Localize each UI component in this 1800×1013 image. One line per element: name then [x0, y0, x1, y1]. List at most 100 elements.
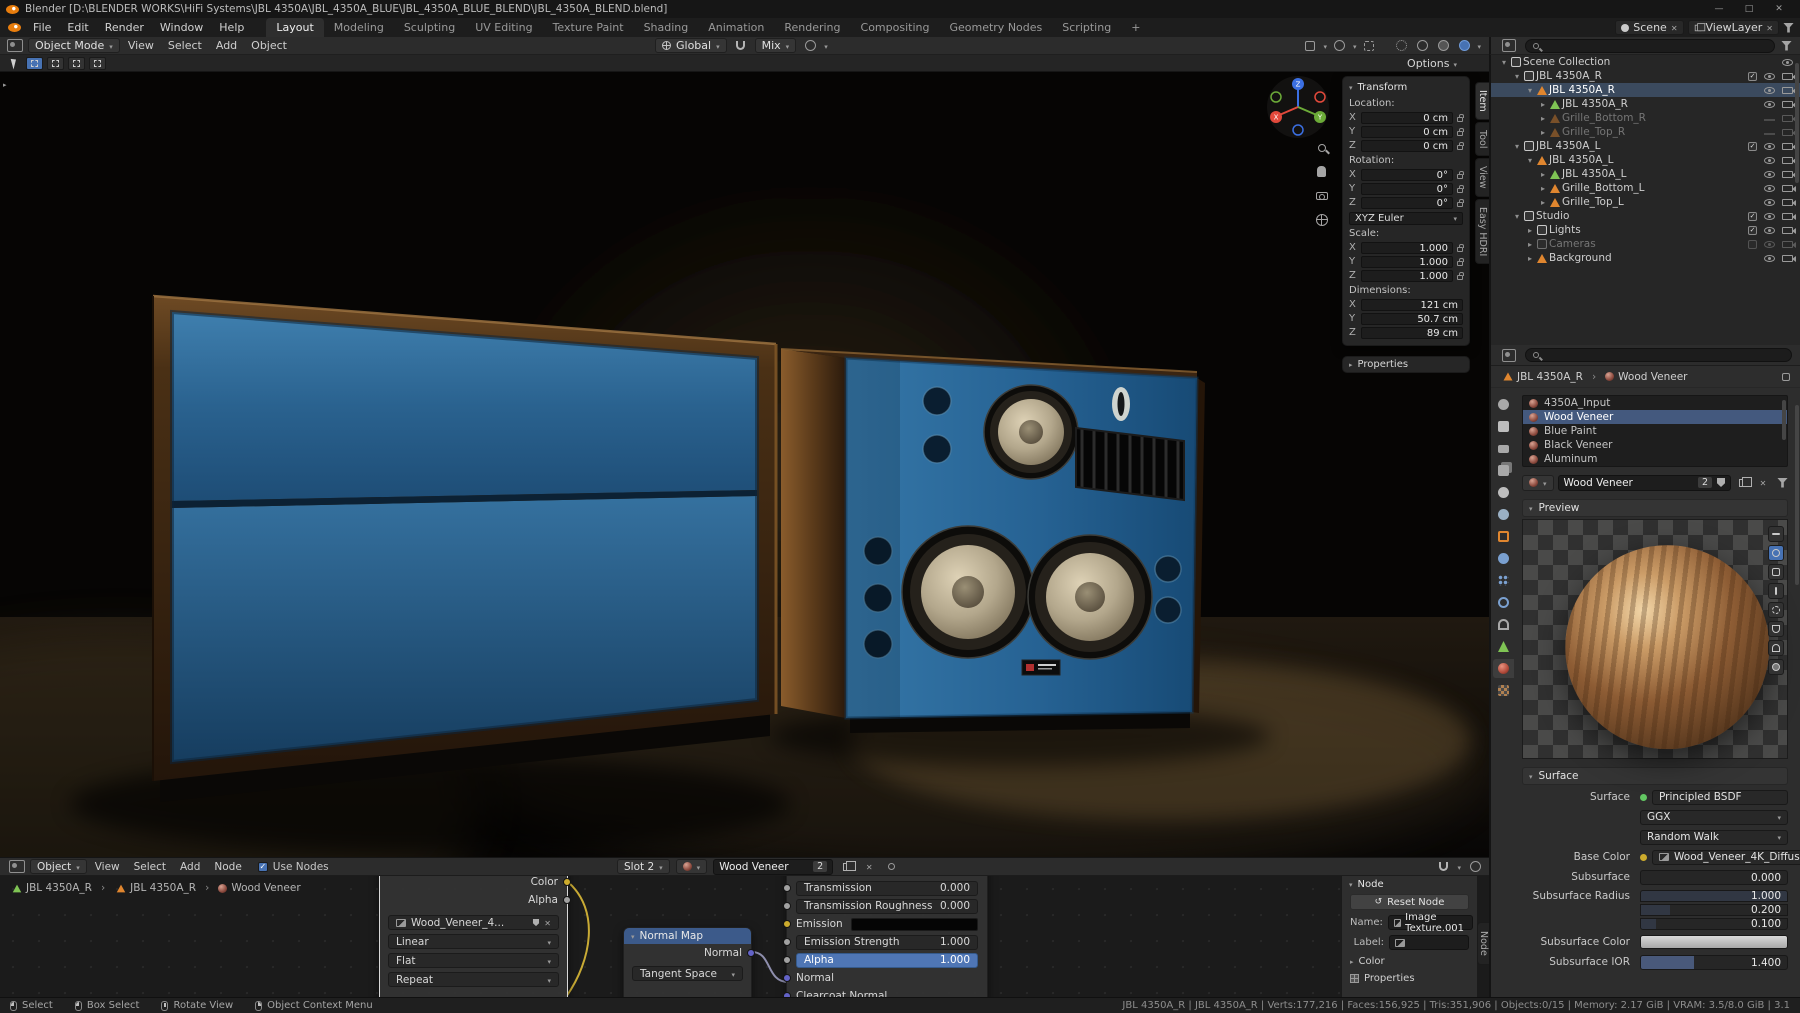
outliner-row-grille-top-l[interactable]: Grille_Top_L [1491, 195, 1800, 209]
dimensions-x-field[interactable]: 121 cm [1361, 298, 1463, 311]
eye-icon[interactable] [1764, 226, 1775, 234]
eye-icon[interactable] [1764, 254, 1775, 262]
camera-view-button[interactable] [1314, 188, 1329, 203]
menu-help[interactable]: Help [211, 18, 252, 37]
space-dropdown[interactable]: Tangent Space [632, 966, 743, 981]
slot-black-veneer[interactable]: Black Veneer [1523, 438, 1787, 452]
material-filter-icon[interactable] [1777, 477, 1788, 488]
outliner-row-grille-top-r[interactable]: Grille_Top_R [1491, 125, 1800, 139]
sss-radius-b-slider[interactable]: 0.100 [1640, 917, 1788, 930]
lock-icon[interactable] [1457, 258, 1464, 266]
transmission-roughness-input-socket[interactable] [783, 902, 791, 910]
node-menu-node[interactable]: Node [208, 861, 247, 873]
slot-list-scrollbar[interactable] [1782, 400, 1786, 440]
breadcrumb-material[interactable]: Wood Veneer [1618, 371, 1687, 383]
reset-node-button[interactable]: ↺ Reset Node [1350, 894, 1469, 910]
zoom-tool-button[interactable] [1314, 140, 1329, 155]
disclosure-icon[interactable] [1538, 198, 1548, 207]
principled-bsdf-node[interactable]: Transmission 0.000 Transmission Roughness… [783, 876, 988, 997]
scale-x-field[interactable]: 1.000 [1361, 241, 1453, 254]
checkbox-unchecked-icon[interactable] [1748, 239, 1757, 249]
camera-visibility-icon[interactable] [1782, 212, 1796, 220]
eye-icon[interactable] [1782, 58, 1793, 66]
sidebar-tab-easy-hdri[interactable]: Easy HDRI [1475, 198, 1489, 264]
tab-world[interactable] [1493, 505, 1514, 524]
maximize-button[interactable]: □ [1734, 0, 1764, 18]
disclosure-icon[interactable] [1538, 184, 1548, 193]
node-menu-add[interactable]: Add [174, 861, 206, 873]
tab-particles[interactable] [1493, 571, 1514, 590]
dimensions-z-field[interactable]: 89 cm [1361, 326, 1463, 339]
viewlayer-selector[interactable]: ViewLayer [1687, 20, 1779, 35]
disclosure-icon[interactable] [1525, 226, 1535, 235]
emission-strength-input-socket[interactable] [783, 938, 791, 946]
dimensions-y-field[interactable]: 50.7 cm [1361, 312, 1463, 325]
workspace-tab-uv-editing[interactable]: UV Editing [465, 18, 542, 37]
outliner-row-grille-bottom-l[interactable]: Grille_Bottom_L [1491, 181, 1800, 195]
lock-icon[interactable] [1457, 142, 1464, 150]
outliner-row-scene-collection[interactable]: Scene Collection [1491, 55, 1800, 69]
image-texture-node[interactable]: Color Alpha Wood_Veneer_4... Linear Flat… [379, 876, 571, 997]
3d-viewport[interactable]: Z X Y Transform Location: X0 cm Y0 cm Z0… [0, 72, 1489, 857]
outliner-row-collection[interactable]: JBL 4350A_L [1491, 139, 1800, 153]
eye-icon[interactable] [1764, 156, 1775, 164]
preview-hair-button[interactable] [1768, 583, 1784, 599]
slot-wood-veneer[interactable]: Wood Veneer [1523, 410, 1787, 424]
workspace-tab-compositing[interactable]: Compositing [851, 18, 940, 37]
options-dropdown[interactable]: Options [1407, 57, 1457, 70]
viewport-3d-scene[interactable] [0, 72, 1489, 857]
outliner-filter-icon[interactable] [1781, 40, 1792, 51]
node-menu-select[interactable]: Select [128, 861, 172, 873]
outliner-row-grille-bottom-r[interactable]: Grille_Bottom_R [1491, 111, 1800, 125]
node-name-field[interactable]: Image Texture.001 [1387, 912, 1473, 934]
tab-constraints[interactable] [1493, 615, 1514, 634]
eye-icon[interactable] [1764, 240, 1775, 248]
transform-panel-header[interactable]: Transform [1349, 80, 1463, 95]
snap-dropdown-icon[interactable] [1457, 861, 1461, 873]
lock-icon[interactable] [1457, 244, 1464, 252]
subsurface-color-swatch[interactable] [1640, 935, 1788, 949]
location-z-field[interactable]: 0 cm [1361, 139, 1453, 152]
image-datablock-field[interactable]: Wood_Veneer_4... [388, 915, 559, 930]
shading-wireframe-button[interactable] [1393, 38, 1409, 53]
unlink-material-button[interactable] [1755, 475, 1771, 490]
blender-menu-icon[interactable] [8, 23, 21, 32]
minimize-button[interactable]: — [1704, 0, 1734, 18]
viewport-menu-object[interactable]: Object [245, 39, 293, 52]
add-workspace-button[interactable]: + [1121, 18, 1150, 37]
eye-icon[interactable] [1764, 212, 1775, 220]
editor-type-shader-icon[interactable] [9, 860, 25, 873]
node-menu-view[interactable]: View [89, 861, 126, 873]
workspace-tab-scripting[interactable]: Scripting [1052, 18, 1121, 37]
alpha-input-socket[interactable] [783, 956, 791, 964]
outliner-row-object[interactable]: JBL 4350A_R [1491, 83, 1800, 97]
camera-visibility-icon[interactable] [1782, 72, 1796, 80]
select-mode-extend-button[interactable] [47, 56, 64, 70]
camera-visibility-icon[interactable] [1782, 226, 1796, 234]
checkbox-icon[interactable] [1748, 71, 1757, 81]
checkbox-icon[interactable] [1748, 141, 1757, 151]
preview-shaderball-button[interactable] [1768, 602, 1784, 618]
lock-icon[interactable] [1457, 171, 1464, 179]
rotation-y-field[interactable]: 0° [1361, 182, 1453, 195]
interpolation-dropdown[interactable]: Linear [388, 934, 559, 949]
disclosure-icon[interactable] [1499, 58, 1509, 67]
select-mode-intersect-button[interactable] [89, 56, 106, 70]
shading-material-button[interactable] [1435, 38, 1451, 53]
outliner-row-studio[interactable]: Studio [1491, 209, 1800, 223]
checkbox-icon[interactable] [1748, 225, 1757, 235]
disclosure-icon[interactable] [1538, 170, 1548, 179]
scale-z-field[interactable]: 1.000 [1361, 269, 1453, 282]
breadcrumb-object[interactable]: JBL 4350A_R [1517, 371, 1583, 383]
camera-visibility-icon[interactable] [1782, 184, 1796, 192]
lock-icon[interactable] [1457, 114, 1464, 122]
distribution-dropdown[interactable]: GGX [1640, 809, 1788, 825]
eye-icon[interactable] [1764, 170, 1775, 178]
snap-magnet-toggle[interactable] [733, 38, 749, 53]
editor-type-3d-viewport-icon[interactable] [7, 39, 23, 52]
checkbox-icon[interactable] [1748, 211, 1757, 221]
lock-icon[interactable] [1457, 128, 1464, 136]
properties-section-header[interactable]: Properties [1350, 973, 1469, 984]
outliner-row-lights[interactable]: Lights [1491, 223, 1800, 237]
properties-scrollbar[interactable] [1795, 405, 1799, 585]
